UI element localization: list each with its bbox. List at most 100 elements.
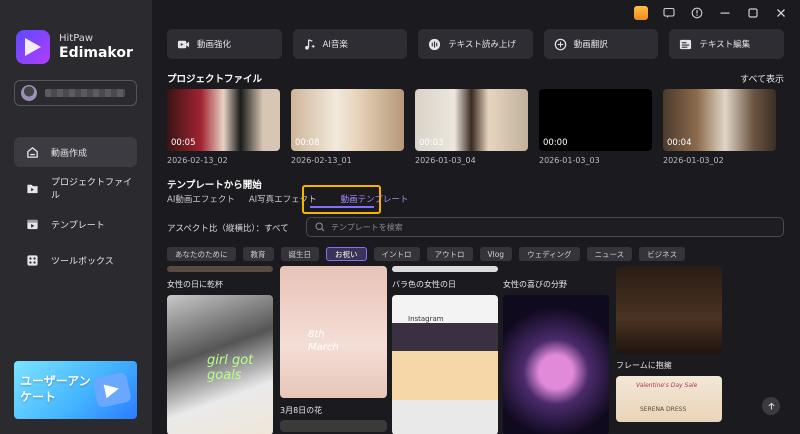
chip-intro[interactable]: イントロ bbox=[373, 247, 420, 261]
duration: 00:05 bbox=[171, 138, 196, 148]
brand: HitPaw Edimakor bbox=[16, 30, 133, 64]
project-thumbnail[interactable]: 00:08 bbox=[291, 89, 404, 151]
sidebar-nav: 動画作成 プロジェクトファイル テンプレート ツールボックス bbox=[14, 137, 137, 281]
music-icon bbox=[303, 38, 316, 51]
project-item[interactable]: 00:00 2026-01-03_03 bbox=[539, 89, 652, 165]
template-label: 女性の日に乾杯 bbox=[167, 280, 223, 289]
chip-news[interactable]: ニュース bbox=[586, 247, 633, 261]
highlight-box bbox=[302, 185, 381, 214]
project-item[interactable]: 00:04 2026-01-03_02 bbox=[663, 89, 776, 165]
edimakor-logo bbox=[16, 30, 50, 64]
duration: 00:08 bbox=[295, 138, 320, 148]
template-column-5: フレームに抱擁 Valentine's Day Sale SERENA DRES… bbox=[616, 266, 722, 422]
tool-label: 動画翻訳 bbox=[573, 40, 608, 50]
chip-business[interactable]: ビジネス bbox=[639, 247, 686, 261]
project-list: 00:05 2026-02-13_02 00:08 2026-02-13_01 … bbox=[167, 89, 776, 165]
tool-label: AI音楽 bbox=[322, 40, 348, 50]
project-thumbnail[interactable]: 00:00 bbox=[539, 89, 652, 151]
tool-ai-music-button[interactable]: AI音楽 bbox=[292, 29, 408, 59]
template-search-input[interactable]: テンプレートを検索 bbox=[306, 217, 784, 237]
template-column-2: 8th March 3月8日の花 bbox=[280, 266, 387, 432]
template-card-partial[interactable] bbox=[167, 266, 273, 272]
chip-vlog[interactable]: Vlog bbox=[479, 247, 513, 261]
template-label: バラ色の女性の日 bbox=[392, 280, 456, 289]
template-label: フレームに抱擁 bbox=[616, 361, 672, 370]
template-card[interactable] bbox=[616, 266, 722, 354]
project-date: 2026-02-13_01 bbox=[291, 156, 352, 165]
template-card[interactable]: Valentine's Day Sale SERENA DRESS bbox=[616, 376, 722, 422]
toolbox-icon bbox=[26, 254, 39, 267]
template-label: 女性の喜びの分野 bbox=[503, 280, 567, 289]
tool-label: 動画強化 bbox=[197, 40, 232, 50]
category-chips: あなたのために 教育 誕生日 お祝い イントロ アウトロ Vlog ウェディング… bbox=[167, 247, 686, 261]
chip-celebration[interactable]: お祝い bbox=[326, 247, 367, 261]
chip-outro[interactable]: アウトロ bbox=[426, 247, 473, 261]
aspect-ratio-dropdown[interactable]: アスペクト比（縦横比）：すべて bbox=[167, 222, 289, 234]
folder-icon bbox=[26, 182, 39, 195]
tool-tts-button[interactable]: テキスト読み上げ bbox=[418, 29, 533, 59]
gift-icon[interactable] bbox=[634, 6, 648, 20]
user-survey-banner[interactable]: ユーザーアンケート bbox=[14, 361, 137, 419]
template-column-1: 女性の日に乾杯 girl got goals bbox=[167, 266, 273, 434]
card-text-serena: SERENA DRESS bbox=[640, 406, 687, 413]
sidebar-item-toolbox[interactable]: ツールボックス bbox=[14, 245, 137, 275]
survey-label: ユーザーアンケート bbox=[20, 374, 91, 404]
tool-video-translate-button[interactable]: 動画翻訳 bbox=[543, 29, 659, 59]
sidebar-item-label: テンプレート bbox=[51, 220, 105, 231]
sidebar-item-project-files[interactable]: プロジェクトファイル bbox=[14, 173, 137, 203]
project-thumbnail[interactable]: 00:03 bbox=[415, 89, 528, 151]
user-account[interactable] bbox=[14, 80, 137, 106]
chip-education[interactable]: 教育 bbox=[242, 247, 274, 261]
project-date: 2026-01-03_02 bbox=[663, 156, 724, 165]
sidebar-item-label: 動画作成 bbox=[51, 148, 88, 159]
tool-video-enhance-button[interactable]: 動画強化 bbox=[167, 29, 282, 59]
text-edit-icon bbox=[679, 38, 692, 51]
card-text-girl: girl got goals bbox=[207, 353, 254, 383]
scroll-to-top-button[interactable] bbox=[762, 397, 780, 415]
tool-label: テキスト読み上げ bbox=[448, 40, 516, 50]
video-enhance-icon bbox=[177, 38, 190, 51]
minimize-icon[interactable] bbox=[718, 6, 732, 20]
card-text-instagram: Instagram bbox=[408, 315, 444, 323]
message-icon[interactable] bbox=[662, 6, 676, 20]
template-card[interactable]: Instagram bbox=[392, 295, 498, 434]
sidebar-item-create-video[interactable]: 動画作成 bbox=[14, 137, 137, 167]
duration: 00:00 bbox=[543, 138, 568, 148]
avatar bbox=[21, 85, 37, 101]
arrow-up-icon bbox=[767, 402, 775, 410]
templates-title: テンプレートから開始 bbox=[167, 180, 262, 191]
tts-icon bbox=[428, 38, 441, 51]
template-card[interactable] bbox=[503, 295, 609, 434]
project-date: 2026-01-03_03 bbox=[539, 156, 600, 165]
info-icon[interactable] bbox=[690, 6, 704, 20]
project-item[interactable]: 00:03 2026-01-03_04 bbox=[415, 89, 528, 165]
window-controls bbox=[600, 0, 800, 26]
search-placeholder: テンプレートを検索 bbox=[331, 222, 403, 232]
chip-for-you[interactable]: あなたのために bbox=[167, 247, 236, 261]
project-item[interactable]: 00:08 2026-02-13_01 bbox=[291, 89, 404, 165]
close-icon[interactable] bbox=[774, 6, 788, 20]
project-thumbnail[interactable]: 00:05 bbox=[167, 89, 280, 151]
card-text-valentine: Valentine's Day Sale bbox=[636, 382, 698, 389]
translate-icon bbox=[554, 38, 567, 51]
maximize-icon[interactable] bbox=[746, 6, 760, 20]
home-icon bbox=[26, 146, 39, 159]
template-card[interactable]: 8th March bbox=[280, 266, 387, 398]
project-date: 2026-01-03_04 bbox=[415, 156, 476, 165]
project-item[interactable]: 00:05 2026-02-13_02 bbox=[167, 89, 280, 165]
project-thumbnail[interactable]: 00:04 bbox=[663, 89, 776, 151]
chip-wedding[interactable]: ウェディング bbox=[519, 247, 580, 261]
chip-birthday[interactable]: 誕生日 bbox=[280, 247, 319, 261]
template-card-partial[interactable] bbox=[392, 266, 498, 272]
quick-tools: 動画強化 AI音楽 テキスト読み上げ 動画翻訳 テキスト編集 bbox=[167, 29, 784, 59]
sidebar-item-templates[interactable]: テンプレート bbox=[14, 209, 137, 239]
tool-text-edit-button[interactable]: テキスト編集 bbox=[669, 29, 784, 59]
see-all-link[interactable]: すべて表示 bbox=[740, 72, 784, 85]
projects-title: プロジェクトファイル bbox=[167, 74, 263, 85]
template-label: 3月8日の花 bbox=[280, 406, 323, 415]
project-date: 2026-02-13_02 bbox=[167, 156, 228, 165]
sidebar-item-label: プロジェクトファイル bbox=[51, 178, 133, 201]
template-card-partial[interactable] bbox=[280, 420, 387, 432]
tab-ai-video-effects[interactable]: AI動画エフェクト bbox=[167, 193, 235, 205]
template-card[interactable]: girl got goals bbox=[167, 295, 273, 434]
